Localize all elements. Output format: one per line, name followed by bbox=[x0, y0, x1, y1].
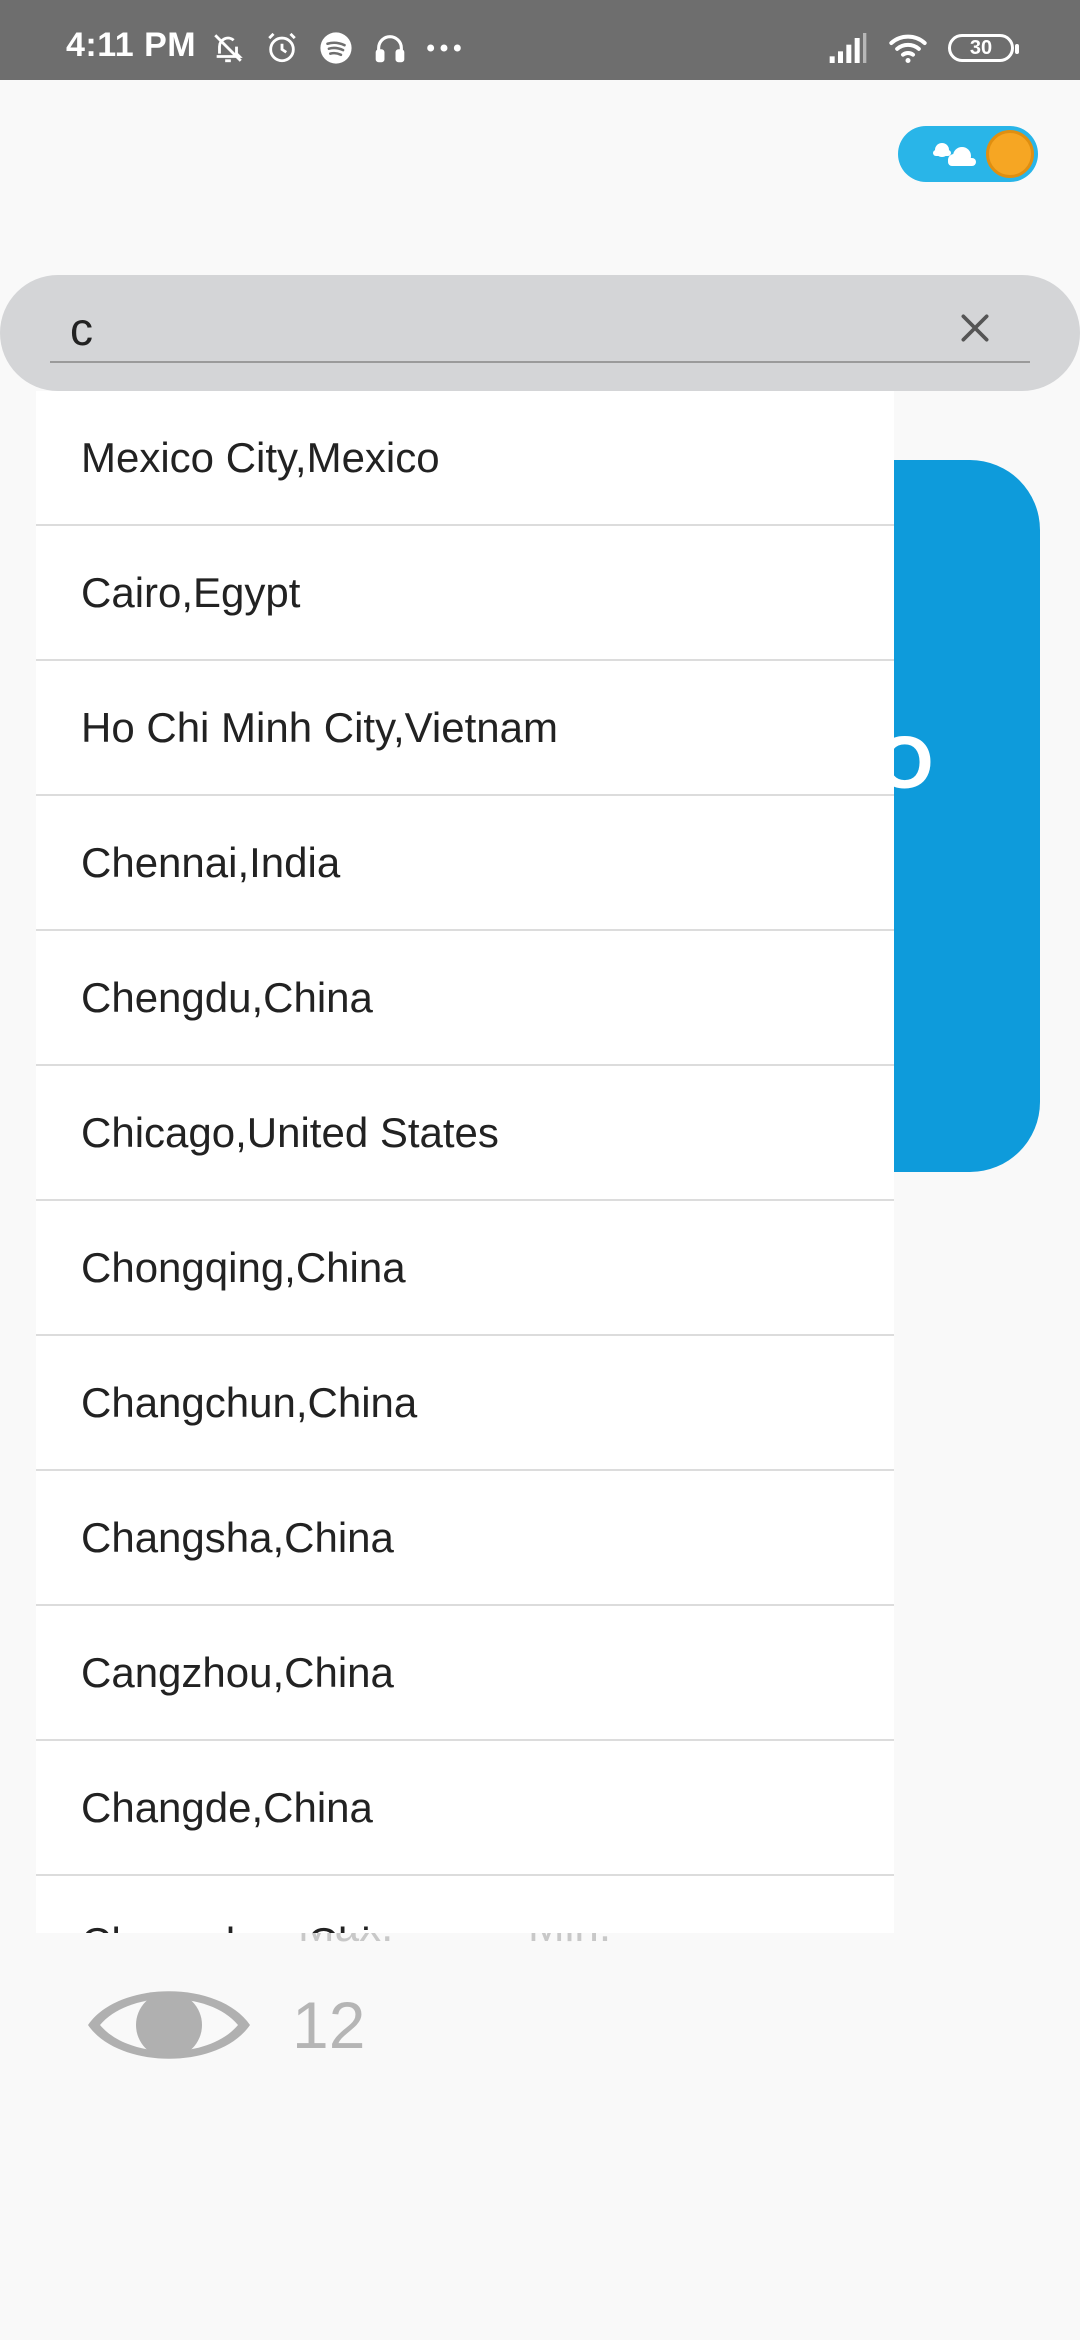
clear-search-button[interactable] bbox=[950, 303, 1000, 353]
spotify-icon bbox=[316, 28, 356, 68]
suggestion-item[interactable]: Changde,China bbox=[36, 1741, 894, 1876]
suggestion-item[interactable]: Chongqing,China bbox=[36, 1201, 894, 1336]
visibility-row: 12 bbox=[84, 1950, 365, 2100]
sun-icon bbox=[986, 130, 1034, 178]
headphones-icon bbox=[370, 28, 410, 68]
suggestion-item[interactable]: Chengdu,China bbox=[36, 931, 894, 1066]
eye-icon bbox=[88, 1991, 250, 2059]
wifi-icon bbox=[888, 28, 928, 68]
suggestion-item[interactable]: Chennai,India bbox=[36, 796, 894, 931]
suggestion-list: Mexico City,Mexico Cairo,Egypt Ho Chi Mi… bbox=[36, 391, 894, 1933]
battery-indicator: 30 bbox=[948, 34, 1019, 62]
suggestion-item[interactable]: Ho Chi Minh City,Vietnam bbox=[36, 661, 894, 796]
search-bar bbox=[0, 275, 1080, 391]
alarm-icon bbox=[262, 28, 302, 68]
status-time: 4:11 PM bbox=[66, 26, 197, 64]
suggestion-item[interactable]: Changchun,China bbox=[36, 1336, 894, 1471]
visibility-value: 12 bbox=[292, 1988, 366, 2062]
close-icon bbox=[961, 314, 989, 342]
suggestion-item[interactable]: Cairo,Egypt bbox=[36, 526, 894, 661]
status-bar: 4:11 PM 30 bbox=[0, 0, 1080, 80]
suggestion-item[interactable]: Cangzhou,China bbox=[36, 1606, 894, 1741]
mute-bell-icon bbox=[208, 28, 248, 68]
suggestion-item[interactable]: Mexico City,Mexico bbox=[36, 391, 894, 526]
suggestion-item[interactable]: Changzhou,China bbox=[36, 1876, 894, 1934]
suggestion-item[interactable]: Changsha,China bbox=[36, 1471, 894, 1606]
suggestion-item[interactable]: Chicago,United States bbox=[36, 1066, 894, 1201]
status-icons-right: 30 bbox=[828, 28, 1019, 68]
signal-icon bbox=[828, 28, 868, 68]
cloud-icon bbox=[928, 140, 982, 170]
theme-toggle[interactable] bbox=[898, 126, 1038, 182]
search-input[interactable] bbox=[50, 297, 1030, 363]
status-icons-left bbox=[208, 28, 464, 68]
more-dots-icon bbox=[424, 28, 464, 68]
